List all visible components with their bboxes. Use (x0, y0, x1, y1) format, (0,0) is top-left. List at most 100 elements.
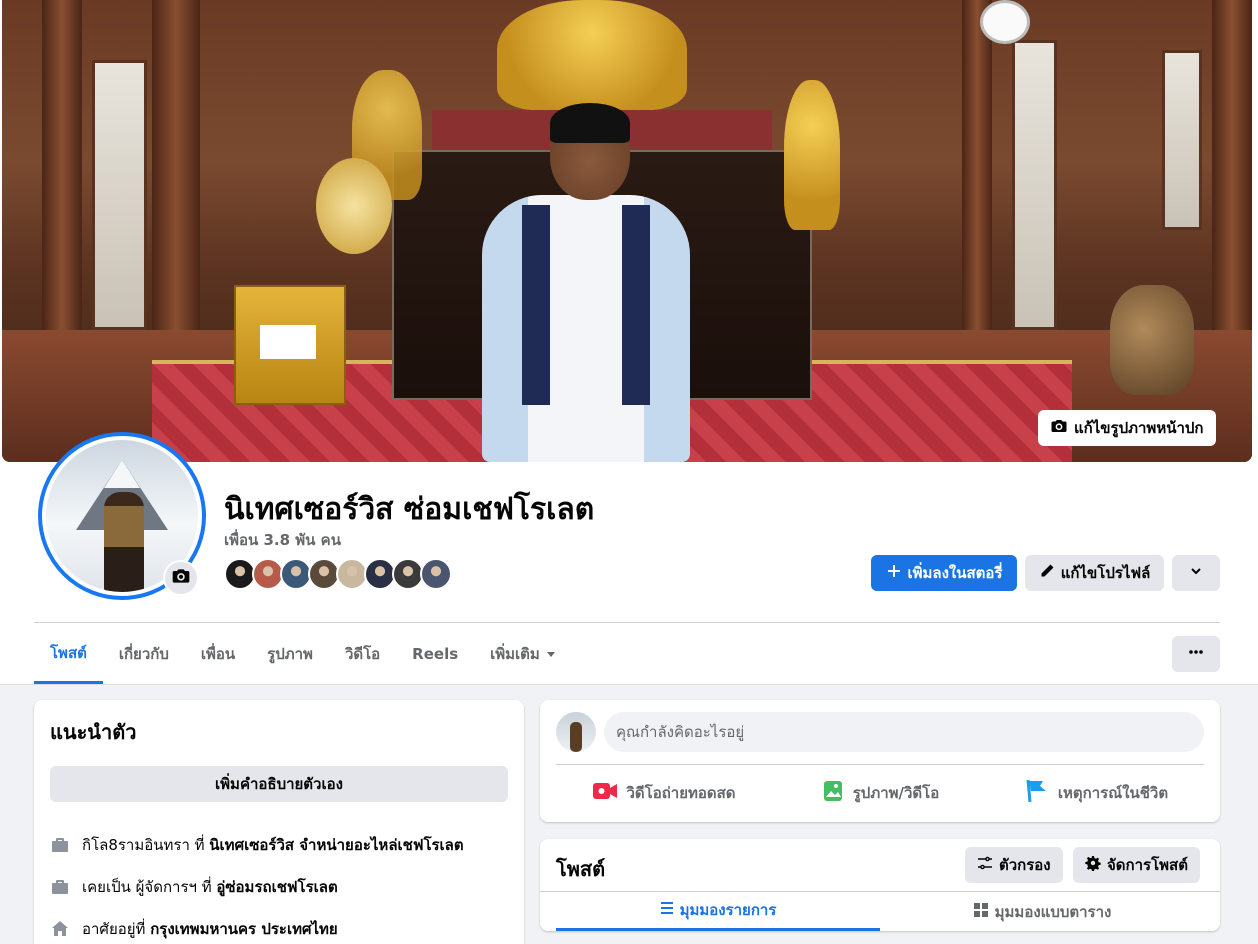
photo-video-label: รูปภาพ/วิดีโอ (852, 784, 940, 802)
caret-down-icon (546, 645, 556, 663)
update-avatar-button[interactable] (163, 560, 199, 596)
photo-icon (821, 779, 845, 807)
tab-videos[interactable]: วิดีโอ (329, 624, 396, 684)
profile-header: แก้ไขรูปภาพหน้าปก นิเทศเซอร์วิส ซ่อมเชฟโ… (0, 0, 1258, 685)
intro-item-text: อาศัยอยู่ที่ กรุงเทพมหานคร ประเทศไทย (82, 917, 338, 941)
profile-name: นิเทศเซอร์วิส ซ่อมเชฟโรเลต (224, 492, 595, 527)
edit-profile-label: แก้ไขโปรไฟล์ (1060, 565, 1151, 582)
tab-reels[interactable]: Reels (396, 624, 474, 684)
posts-title: โพสต์ (556, 857, 606, 881)
cover-pillar (962, 0, 992, 330)
edit-cover-photo-button[interactable]: แก้ไขรูปภาพหน้าปก (1038, 410, 1216, 446)
past-workplace-link[interactable]: อู่ซ่อมรถเชฟโรเลต (216, 878, 337, 896)
intro-card: แนะนำตัว เพิ่มคำอธิบายตัวเอง กิโล8รามอิน… (34, 700, 524, 944)
cover-window (1012, 40, 1057, 330)
cover-pillar (42, 0, 82, 330)
intro-item-text: เคยเป็น ผู้จัดการฯ ที่ อู่ซ่อมรถเชฟโรเลต (82, 875, 338, 899)
intro-item-past-work: เคยเป็น ผู้จัดการฯ ที่ อู่ซ่อมรถเชฟโรเลต (50, 866, 508, 908)
composer-avatar[interactable] (556, 712, 596, 752)
cover-jar (1110, 285, 1194, 395)
tab-label: Reels (412, 645, 459, 663)
cover-photo[interactable] (2, 0, 1252, 462)
cover-cabinet-note (260, 325, 316, 359)
workplace-link[interactable]: นิเทศเซอร์วิส จำหน่ายอะไหล่เชฟโรเลต (209, 836, 463, 854)
tab-label: รูปภาพ (267, 645, 313, 663)
cover-buddha (497, 0, 687, 110)
city-link[interactable]: กรุงเทพมหานคร ประเทศไทย (150, 920, 338, 938)
life-event-label: เหตุการณ์ในชีวิต (1057, 784, 1169, 802)
list-view-tab[interactable]: มุมมองรายการ (556, 892, 880, 931)
tab-posts[interactable]: โพสต์ (34, 624, 103, 684)
cover-person-vest (522, 205, 650, 405)
camera-icon (171, 566, 191, 590)
manage-posts-label: จัดการโพสต์ (1107, 856, 1188, 874)
friend-avatar[interactable] (420, 558, 452, 590)
posts-card: โพสต์ ตัวกรอง จัดการโพสต์ มุมมองรายการ ม… (540, 839, 1220, 931)
camera-icon (1050, 417, 1068, 439)
intro-item-prefix: กิโล8รามอินทรา ที่ (82, 836, 210, 854)
filter-icon (977, 855, 993, 875)
header-divider (34, 622, 1220, 623)
tab-friends[interactable]: เพื่อน (185, 624, 251, 684)
tab-photos[interactable]: รูปภาพ (251, 624, 329, 684)
cover-clock (980, 0, 1030, 44)
live-video-button[interactable]: วิดีโอถ่ายทอดสด (556, 772, 772, 814)
plus-icon (886, 563, 902, 583)
edit-cover-photo-label: แก้ไขรูปภาพหน้าปก (1074, 420, 1204, 437)
composer-actions: วิดีโอถ่ายทอดสด รูปภาพ/วิดีโอ เหตุการณ์ใ… (556, 772, 1204, 814)
home-icon (50, 919, 70, 939)
list-icon (660, 901, 674, 919)
cover-person-hair (550, 103, 630, 143)
tab-label: เพื่อน (200, 645, 236, 663)
intro-item-work: กิโล8รามอินทรา ที่ นิเทศเซอร์วิส จำหน่าย… (50, 824, 508, 866)
list-view-label: มุมมองรายการ (679, 901, 777, 919)
intro-item-lives-in: อาศัยอยู่ที่ กรุงเทพมหานคร ประเทศไทย (50, 908, 508, 944)
grid-view-tab[interactable]: มุมมองแบบตาราง (880, 892, 1204, 931)
gear-icon (1085, 855, 1101, 875)
chevron-down-icon (1189, 564, 1203, 582)
avatar-mountain-snow (104, 460, 140, 488)
intro-item-prefix: เคยเป็น ผู้จัดการฯ ที่ (82, 878, 217, 896)
cover-fan (316, 158, 392, 254)
life-event-button[interactable]: เหตุการณ์ในชีวิต (988, 772, 1204, 814)
briefcase-icon (50, 877, 70, 897)
composer-divider (556, 764, 1204, 765)
flag-icon (1024, 778, 1050, 808)
live-video-label: วิดีโอถ่ายทอดสด (626, 784, 736, 802)
friend-avatars (224, 558, 452, 590)
header-shadow (0, 684, 1258, 685)
pencil-icon (1039, 563, 1055, 583)
photo-video-button[interactable]: รูปภาพ/วิดีโอ (772, 772, 988, 814)
post-composer: คุณกำลังคิดอะไรอยู่ วิดีโอถ่ายทอดสด รูปภ… (540, 700, 1220, 822)
tab-label: วิดีโอ (344, 645, 381, 663)
intro-item-text: กิโล8รามอินทรา ที่ นิเทศเซอร์วิส จำหน่าย… (82, 833, 464, 857)
cover-pillar (1212, 0, 1252, 330)
briefcase-icon (50, 835, 70, 855)
grid-view-label: มุมมองแบบตาราง (994, 902, 1112, 921)
intro-item-prefix: อาศัยอยู่ที่ (82, 920, 151, 938)
friends-count-link[interactable]: เพื่อน 3.8 พัน คน (224, 528, 341, 552)
manage-posts-button[interactable]: จัดการโพสต์ (1073, 847, 1200, 883)
composer-avatar-person (570, 722, 582, 752)
tab-about[interactable]: เกี่ยวกับ (103, 624, 185, 684)
composer-input[interactable]: คุณกำลังคิดอะไรอยู่ (604, 712, 1204, 752)
filter-button[interactable]: ตัวกรอง (965, 847, 1063, 883)
cover-buddha (784, 80, 840, 230)
tab-label: เพิ่มเติม (490, 645, 540, 663)
add-bio-button[interactable]: เพิ่มคำอธิบายตัวเอง (50, 766, 508, 802)
tab-label: เกี่ยวกับ (118, 645, 169, 663)
cover-window (1162, 50, 1202, 230)
cover-pillar (152, 0, 200, 330)
tabs-more-options-button[interactable] (1172, 636, 1220, 672)
filter-label: ตัวกรอง (999, 856, 1051, 874)
cover-window (92, 60, 147, 330)
live-video-icon (592, 780, 618, 806)
profile-tabs: โพสต์ เกี่ยวกับ เพื่อน รูปภาพ วิดีโอ Ree… (34, 624, 572, 684)
edit-profile-button[interactable]: แก้ไขโปรไฟล์ (1025, 555, 1164, 591)
grid-icon (973, 902, 989, 922)
profile-options-button[interactable] (1172, 555, 1220, 591)
add-to-story-button[interactable]: เพิ่มลงในสตอรี่ (871, 555, 1017, 591)
avatar-person (104, 492, 144, 592)
add-to-story-label: เพิ่มลงในสตอรี่ (907, 565, 1003, 582)
tab-more[interactable]: เพิ่มเติม (474, 624, 572, 684)
